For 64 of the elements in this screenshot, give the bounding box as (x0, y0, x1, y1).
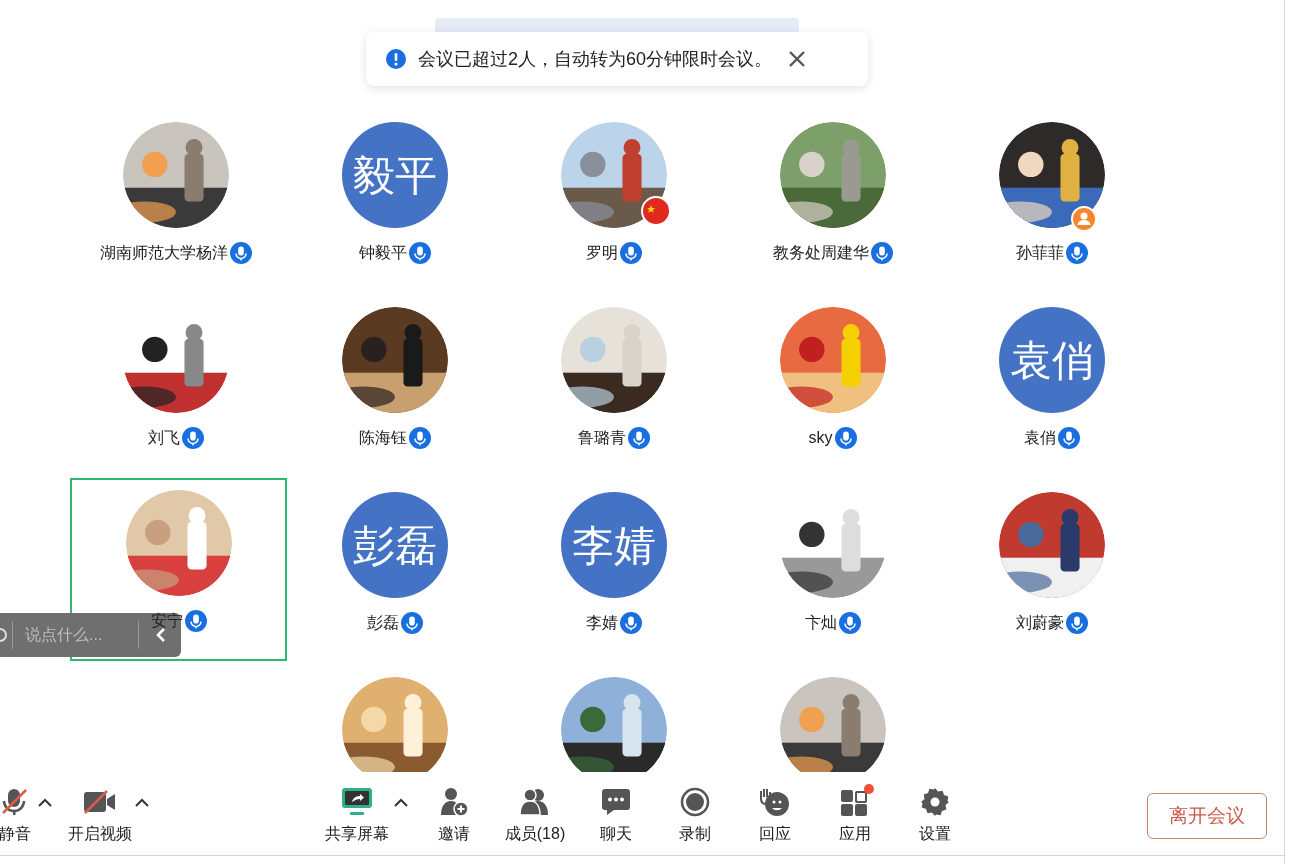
toolbar-button[interactable]: 共享屏幕 (323, 786, 391, 846)
avatar: 毅平 (341, 122, 448, 228)
toolbar-button[interactable]: 成员(18) (500, 786, 570, 846)
caret-icon (135, 797, 149, 807)
microphone-icon (181, 427, 204, 449)
microphone-icon (408, 242, 431, 264)
microphone-icon (408, 427, 431, 449)
toolbar-button[interactable]: 应用 (825, 786, 885, 846)
microphone-icon (229, 242, 252, 264)
participant-name: 陈海钰 (358, 428, 407, 448)
close-icon[interactable] (788, 50, 807, 68)
toolbar-button[interactable]: 设置 (905, 786, 965, 846)
microphone-icon (184, 610, 207, 632)
participant-name: 教务处周建华 (772, 243, 869, 263)
microphone-icon (400, 612, 423, 634)
participant-name: 湖南师范大学杨洋 (99, 243, 228, 263)
chevron-left-icon (156, 627, 166, 643)
participant-name: 鲁璐青 (577, 428, 626, 448)
participant-name: 李婧 (585, 613, 618, 633)
avatar: 袁俏 (998, 307, 1105, 413)
record-icon (680, 787, 710, 817)
participant-name: 刘蔚豪 (1015, 613, 1064, 633)
notification-message: 会议已超过2人，自动转为60分钟限时会议。 (418, 47, 773, 71)
emoji-icon[interactable] (0, 627, 8, 643)
toolbar-button[interactable]: 聊天 (586, 786, 646, 846)
microphone-icon (834, 427, 857, 449)
microphone-icon (619, 242, 642, 264)
settings-icon (920, 787, 950, 817)
share-screen-icon (341, 787, 373, 817)
dropdown-button[interactable] (393, 796, 409, 808)
apps-icon (840, 787, 870, 817)
muted-camera-icon (83, 789, 117, 815)
participant-name: 卞灿 (804, 613, 837, 633)
microphone-icon (1065, 242, 1088, 264)
microphone-icon (1065, 612, 1088, 634)
microphone-icon (838, 612, 861, 634)
participant-name: 钟毅平 (358, 243, 407, 263)
participant-name: 罗明 (585, 243, 618, 263)
caret-icon (394, 797, 408, 807)
participant-name: 刘飞 (147, 428, 180, 448)
avatar: 彭磊 (341, 492, 448, 598)
leave-meeting-button[interactable]: 离开会议 (1147, 793, 1267, 839)
waving-smiley-icon (759, 787, 791, 817)
microphone-icon (619, 612, 642, 634)
dropdown-button[interactable] (134, 796, 150, 808)
toolbar-button[interactable]: 邀请 (424, 786, 484, 846)
participant-name: 袁俏 (1023, 428, 1056, 448)
muted-microphone-icon (1, 787, 29, 817)
microphone-icon (1057, 427, 1080, 449)
caret-icon (38, 797, 52, 807)
microphone-icon (870, 242, 893, 264)
chat-icon (601, 787, 631, 817)
microphone-icon (627, 427, 650, 449)
info-icon (386, 49, 406, 69)
add-person-icon (438, 787, 470, 817)
toolbar-button[interactable]: 开启视频 (68, 786, 132, 846)
toolbar-button[interactable]: 录制 (665, 786, 725, 846)
toolbar-button[interactable]: 回应 (745, 786, 805, 846)
toolbar-button[interactable]: 静音 (0, 786, 35, 846)
participant-name: sky (808, 428, 833, 448)
avatar: 李婧 (560, 492, 667, 598)
dropdown-button[interactable] (37, 796, 53, 808)
participant-name: 彭磊 (366, 613, 399, 633)
participant-name: 孙菲菲 (1015, 243, 1064, 263)
